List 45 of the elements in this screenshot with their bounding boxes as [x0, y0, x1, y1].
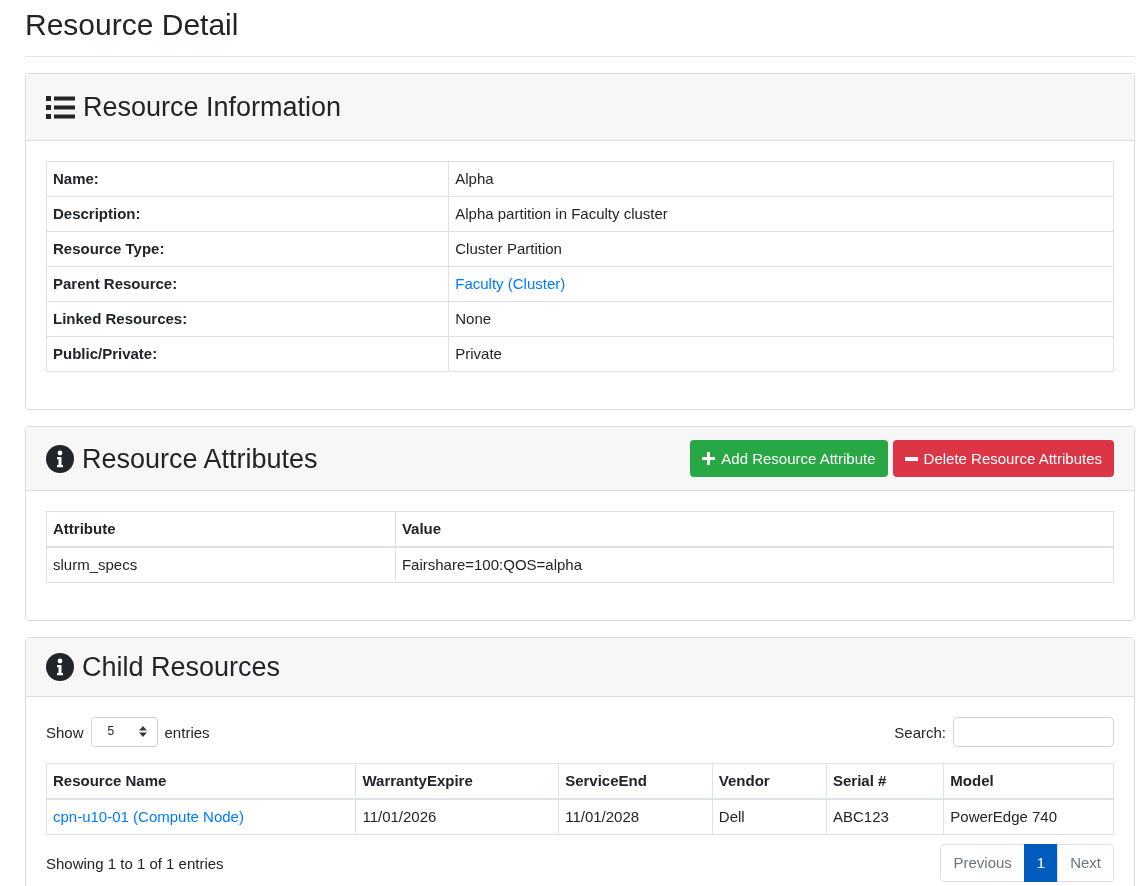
table-cell: Cluster Partition [448, 231, 1114, 267]
column-header: Value [395, 511, 1114, 547]
table-cell: None [448, 301, 1114, 337]
field-label: Name: [46, 161, 449, 197]
table-cell: PowerEdge 740 [943, 799, 1114, 835]
field-label: Linked Resources: [46, 301, 449, 337]
table-cell: Alpha [448, 161, 1114, 197]
table-info-text: Showing 1 to 1 of 1 entries [46, 854, 224, 872]
add-attribute-button[interactable]: Add Resource Attribute [690, 440, 888, 477]
table-cell: Dell [712, 799, 827, 835]
column-header: Resource Name [46, 763, 356, 799]
search-field[interactable] [953, 717, 1114, 747]
entries-label: entries [164, 723, 210, 741]
field-label: Parent Resource: [46, 266, 449, 302]
show-label: Show [46, 723, 84, 741]
column-header: Model [943, 763, 1114, 799]
search-label: Search: [894, 723, 946, 741]
card-title: Resource Attributes [82, 442, 318, 476]
column-header: Serial # [826, 763, 944, 799]
entries-select[interactable]: 5 [90, 717, 158, 747]
delete-attributes-button[interactable]: Delete Resource Attributes [892, 440, 1114, 477]
column-header: ServiceEnd [558, 763, 713, 799]
table-cell: 11/01/2028 [558, 799, 713, 835]
field-label: Resource Type: [46, 231, 449, 267]
list-icon [46, 95, 75, 119]
minus-icon [904, 456, 918, 461]
info-icon [46, 653, 74, 681]
page-title: Resource Detail [25, 7, 239, 43]
table-cell: 11/01/2026 [355, 799, 559, 835]
plus-icon [702, 452, 716, 465]
column-header: Vendor [712, 763, 827, 799]
field-label: Description: [46, 196, 449, 232]
info-icon [46, 444, 74, 473]
table-cell: Alpha partition in Faculty cluster [448, 196, 1114, 232]
column-header: WarrantyExpire [355, 763, 559, 799]
card-title: Child Resources [82, 651, 281, 684]
table-cell: Fairshare=100:QOS=alpha [395, 547, 1114, 583]
resource-link[interactable]: Faculty (Cluster) [455, 275, 566, 292]
table-cell: Private [448, 336, 1114, 372]
field-label: Public/Private: [46, 336, 449, 372]
card-title: Resource Information [83, 91, 342, 124]
sort-arrows-icon [138, 725, 147, 737]
table-cell: ABC123 [826, 799, 944, 835]
column-header: Attribute [46, 511, 396, 547]
table-cell: slurm_specs [46, 547, 396, 583]
